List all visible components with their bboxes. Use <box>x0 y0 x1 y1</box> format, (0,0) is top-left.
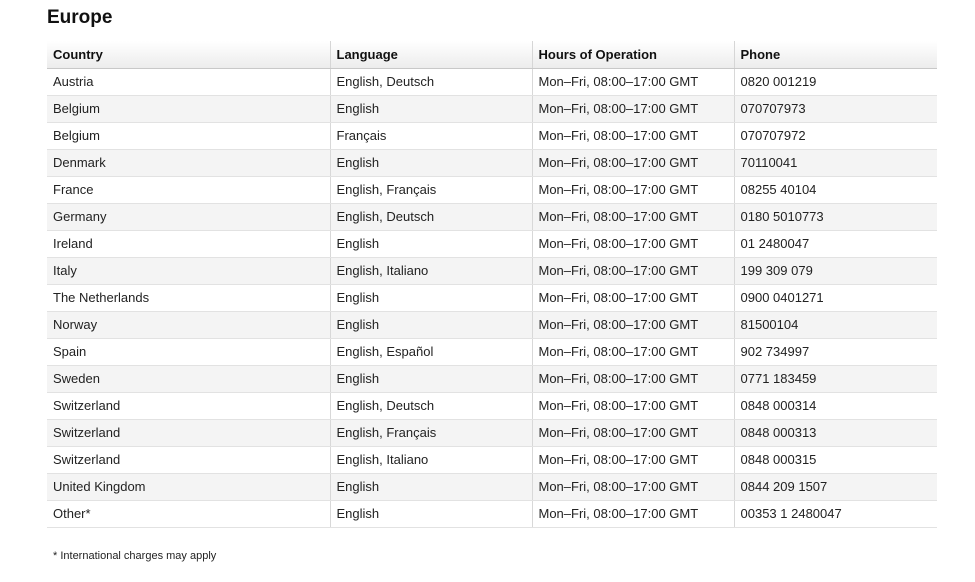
table-body: Austria English, Deutsch Mon–Fri, 08:00–17… <box>47 68 937 528</box>
cell-language: English <box>329 311 532 339</box>
cell-phone: 08255 40104 <box>733 176 937 204</box>
table-row: Other* English Mon–Fri, 08:00–17:00 GMT 003… <box>47 500 937 528</box>
cell-country: The Netherlands <box>47 284 330 312</box>
cell-phone: 0848 000315 <box>733 446 937 474</box>
cell-language: English <box>329 473 532 501</box>
cell-language: English, Deutsch <box>329 392 532 420</box>
cell-country: Spain <box>47 338 330 366</box>
cell-country: Germany <box>47 203 330 231</box>
column-header-language: Language <box>329 41 532 69</box>
column-header-phone: Phone <box>733 41 937 69</box>
table-row: Switzerland English, Français Mon–Fri, 08:… <box>47 419 937 447</box>
column-header-country: Country <box>47 41 330 69</box>
table-row: Sweden English Mon–Fri, 08:00–17:00 GMT 077… <box>47 365 937 393</box>
cell-language: English <box>329 365 532 393</box>
cell-country: Switzerland <box>47 446 330 474</box>
table-row: Denmark English Mon–Fri, 08:00–17:00 GMT 70… <box>47 149 937 177</box>
cell-phone: 00353 1 2480047 <box>733 500 937 528</box>
cell-hours: Mon–Fri, 08:00–17:00 GMT <box>531 68 734 96</box>
cell-country: Italy <box>47 257 330 285</box>
cell-phone: 199 309 079 <box>733 257 937 285</box>
cell-hours: Mon–Fri, 08:00–17:00 GMT <box>531 176 734 204</box>
cell-language: English <box>329 500 532 528</box>
cell-hours: Mon–Fri, 08:00–17:00 GMT <box>531 473 734 501</box>
cell-phone: 0844 209 1507 <box>733 473 937 501</box>
cell-hours: Mon–Fri, 08:00–17:00 GMT <box>531 419 734 447</box>
cell-hours: Mon–Fri, 08:00–17:00 GMT <box>531 392 734 420</box>
support-contacts-table: Country Language Hours of Operation Phon… <box>47 41 937 528</box>
cell-hours: Mon–Fri, 08:00–17:00 GMT <box>531 284 734 312</box>
cell-phone: 01 2480047 <box>733 230 937 258</box>
table-row: The Netherlands English Mon–Fri, 08:00–17:… <box>47 284 937 312</box>
cell-hours: Mon–Fri, 08:00–17:00 GMT <box>531 311 734 339</box>
table-row: Norway English Mon–Fri, 08:00–17:00 GMT 815… <box>47 311 937 339</box>
cell-hours: Mon–Fri, 08:00–17:00 GMT <box>531 365 734 393</box>
cell-country: Norway <box>47 311 330 339</box>
cell-hours: Mon–Fri, 08:00–17:00 GMT <box>531 338 734 366</box>
table-row: Spain English, Español Mon–Fri, 08:00–17:0… <box>47 338 937 366</box>
table-row: Austria English, Deutsch Mon–Fri, 08:00–17… <box>47 68 937 96</box>
table-row: France English, Français Mon–Fri, 08:00–17… <box>47 176 937 204</box>
cell-hours: Mon–Fri, 08:00–17:00 GMT <box>531 500 734 528</box>
cell-phone: 0900 0401271 <box>733 284 937 312</box>
cell-country: France <box>47 176 330 204</box>
cell-phone: 070707972 <box>733 122 937 150</box>
cell-country: United Kingdom <box>47 473 330 501</box>
cell-hours: Mon–Fri, 08:00–17:00 GMT <box>531 95 734 123</box>
cell-language: English <box>329 284 532 312</box>
cell-phone: 0848 000314 <box>733 392 937 420</box>
cell-language: English, Italiano <box>329 446 532 474</box>
cell-country: Sweden <box>47 365 330 393</box>
cell-language: English <box>329 95 532 123</box>
cell-language: English, Español <box>329 338 532 366</box>
cell-country: Switzerland <box>47 419 330 447</box>
table-row: United Kingdom English Mon–Fri, 08:00–17:0… <box>47 473 937 501</box>
cell-language: English, Italiano <box>329 257 532 285</box>
table-row: Switzerland English, Italiano Mon–Fri, 08:… <box>47 446 937 474</box>
cell-country: Belgium <box>47 95 330 123</box>
cell-language: English, Français <box>329 419 532 447</box>
table-header-row: Country Language Hours of Operation Phon… <box>47 41 937 69</box>
footnote: * International charges may apply <box>53 550 217 562</box>
cell-language: English, Deutsch <box>329 203 532 231</box>
table-row: Belgium Français Mon–Fri, 08:00–17:00 GMT 0… <box>47 122 937 150</box>
table-row: Germany English, Deutsch Mon–Fri, 08:00–17… <box>47 203 937 231</box>
cell-phone: 902 734997 <box>733 338 937 366</box>
cell-country: Austria <box>47 68 330 96</box>
cell-language: English, Français <box>329 176 532 204</box>
cell-country: Switzerland <box>47 392 330 420</box>
cell-hours: Mon–Fri, 08:00–17:00 GMT <box>531 203 734 231</box>
cell-phone: 0771 183459 <box>733 365 937 393</box>
cell-hours: Mon–Fri, 08:00–17:00 GMT <box>531 122 734 150</box>
cell-language: English <box>329 230 532 258</box>
table-header: Country Language Hours of Operation Phon… <box>47 41 937 69</box>
cell-hours: Mon–Fri, 08:00–17:00 GMT <box>531 149 734 177</box>
cell-country: Belgium <box>47 122 330 150</box>
cell-phone: 0848 000313 <box>733 419 937 447</box>
cell-phone: 0180 5010773 <box>733 203 937 231</box>
cell-language: Français <box>329 122 532 150</box>
cell-phone: 81500104 <box>733 311 937 339</box>
cell-hours: Mon–Fri, 08:00–17:00 GMT <box>531 230 734 258</box>
cell-phone: 0820 001219 <box>733 68 937 96</box>
table-row: Italy English, Italiano Mon–Fri, 08:00–17:… <box>47 257 937 285</box>
table-row: Switzerland English, Deutsch Mon–Fri, 08:0… <box>47 392 937 420</box>
table-row: Ireland English Mon–Fri, 08:00–17:00 GMT 01… <box>47 230 937 258</box>
cell-country: Other* <box>47 500 330 528</box>
cell-language: English <box>329 149 532 177</box>
cell-language: English, Deutsch <box>329 68 532 96</box>
cell-phone: 070707973 <box>733 95 937 123</box>
cell-phone: 70110041 <box>733 149 937 177</box>
cell-country: Ireland <box>47 230 330 258</box>
cell-country: Denmark <box>47 149 330 177</box>
page-title: Europe <box>47 7 113 28</box>
cell-hours: Mon–Fri, 08:00–17:00 GMT <box>531 446 734 474</box>
table-row: Belgium English Mon–Fri, 08:00–17:00 GMT 07… <box>47 95 937 123</box>
cell-hours: Mon–Fri, 08:00–17:00 GMT <box>531 257 734 285</box>
column-header-hours: Hours of Operation <box>531 41 734 69</box>
